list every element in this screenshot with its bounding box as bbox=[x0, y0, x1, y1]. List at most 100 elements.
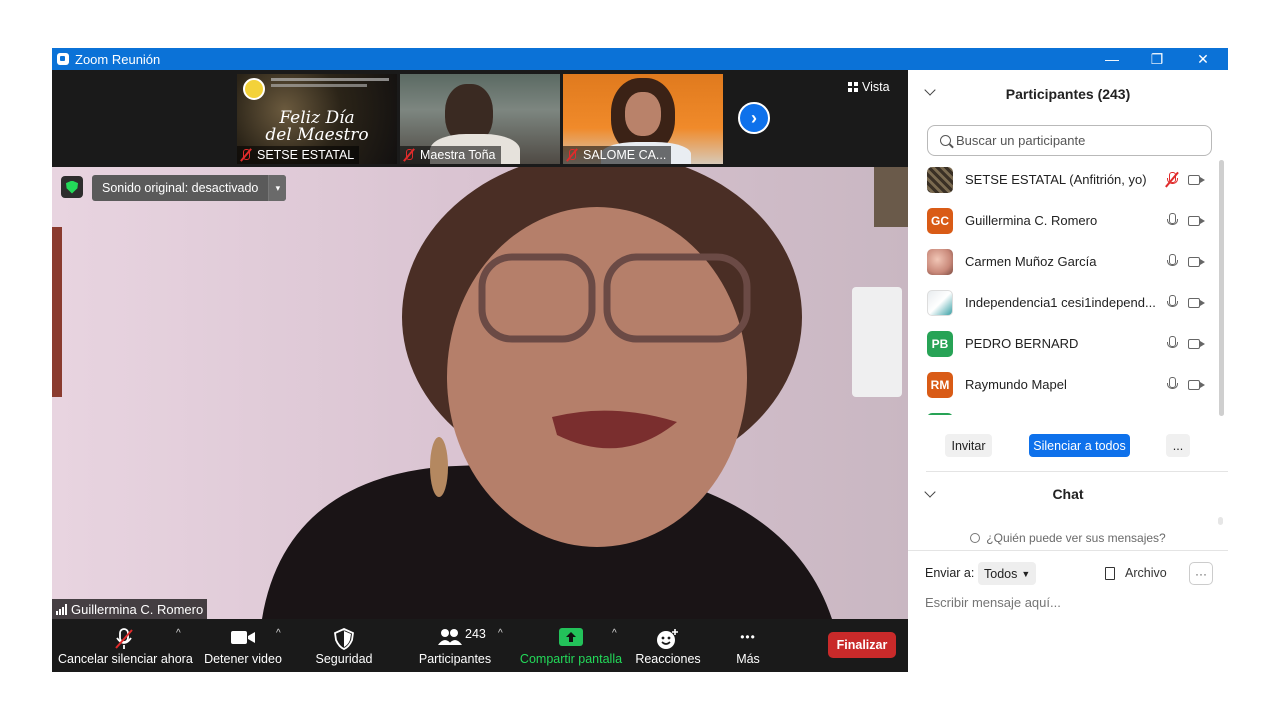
participant-search-input[interactable]: Buscar un participante bbox=[927, 125, 1212, 156]
thumb-maestra-tona[interactable]: Maestra Toña bbox=[400, 74, 560, 164]
mic-icon[interactable] bbox=[1166, 336, 1178, 352]
view-button[interactable]: Vista bbox=[848, 80, 890, 94]
next-page-button[interactable]: › bbox=[738, 102, 770, 134]
chat-scrollbar[interactable] bbox=[1218, 517, 1223, 525]
video-camera-icon bbox=[1188, 380, 1205, 390]
person-info-icon bbox=[970, 533, 981, 543]
participant-row[interactable] bbox=[908, 406, 1218, 415]
participant-row[interactable]: Independencia1 cesi1independ... bbox=[908, 283, 1218, 324]
invite-button[interactable]: Invitar bbox=[945, 434, 992, 457]
mic-icon[interactable] bbox=[1166, 295, 1178, 311]
video-camera-icon bbox=[1188, 298, 1205, 308]
wall-object bbox=[52, 227, 62, 397]
minimize-button[interactable]: — bbox=[1089, 48, 1135, 70]
speaker-video-frame bbox=[52, 167, 908, 619]
participants-header: Participantes (243) bbox=[908, 70, 1228, 116]
participant-name: Guillermina C. Romero bbox=[965, 213, 1098, 228]
file-button[interactable]: Archivo bbox=[1105, 566, 1167, 580]
stop-video-button[interactable]: ^ Detener video bbox=[198, 620, 288, 672]
reaction-smiley-icon bbox=[657, 629, 678, 649]
restore-button[interactable]: ❐ bbox=[1134, 48, 1180, 70]
mic-muted-icon bbox=[115, 628, 133, 649]
video-camera-icon bbox=[1188, 216, 1205, 226]
original-sound-toggle[interactable]: Sonido original: desactivado ▾ bbox=[92, 175, 287, 201]
mic-icon[interactable] bbox=[1166, 254, 1178, 270]
thumb-name-label: SALOME CA... bbox=[563, 146, 672, 164]
video-options-caret[interactable]: ^ bbox=[276, 628, 281, 639]
video-area: Feliz Día del Maestro SETSE ESTATAL Maes… bbox=[52, 70, 908, 620]
share-screen-button[interactable]: ^ Compartir pantalla bbox=[518, 620, 624, 672]
participant-name: SETSE ESTATAL (Anfitrión, yo) bbox=[965, 172, 1147, 187]
thumb-salome[interactable]: SALOME CA... bbox=[563, 74, 723, 164]
unmute-label: Cancelar silenciar ahora bbox=[58, 652, 193, 666]
thumb-setse[interactable]: Feliz Día del Maestro SETSE ESTATAL bbox=[237, 74, 397, 164]
speaker-name: Guillermina C. Romero bbox=[71, 601, 204, 617]
muted-mic-icon bbox=[239, 148, 253, 162]
participants-title: Participantes (243) bbox=[1005, 86, 1131, 102]
participants-label: Participantes bbox=[418, 652, 492, 666]
participants-button[interactable]: 243 ^ Participantes bbox=[408, 620, 518, 672]
encryption-shield-icon[interactable] bbox=[61, 176, 83, 198]
thumb-name-text: SETSE ESTATAL bbox=[257, 148, 355, 162]
share-options-caret[interactable]: ^ bbox=[612, 628, 617, 639]
unmute-options-caret[interactable]: ^ bbox=[176, 628, 181, 639]
panel-divider bbox=[926, 471, 1228, 472]
participant-name: Raymundo Mapel bbox=[965, 377, 1067, 392]
send-to-dropdown[interactable]: Todos ▼ bbox=[978, 562, 1037, 585]
chat-title: Chat bbox=[1052, 486, 1084, 502]
mic-muted-icon[interactable] bbox=[1165, 171, 1179, 188]
more-dots-icon: ••• bbox=[740, 630, 756, 644]
setse-logo bbox=[243, 78, 265, 100]
participant-list-scrollbar[interactable] bbox=[1219, 160, 1224, 416]
participant-name: Independencia1 cesi1independ... bbox=[965, 295, 1155, 310]
participants-more-button[interactable]: ... bbox=[1166, 434, 1190, 457]
gallery-strip: Feliz Día del Maestro SETSE ESTATAL Maes… bbox=[52, 70, 908, 167]
security-button[interactable]: Seguridad bbox=[308, 620, 380, 672]
mic-icon[interactable] bbox=[1166, 377, 1178, 393]
share-arrow-icon bbox=[559, 628, 583, 646]
end-meeting-button[interactable]: Finalizar bbox=[828, 632, 896, 658]
mic-icon[interactable] bbox=[1166, 213, 1178, 229]
thumb-name-label: Maestra Toña bbox=[400, 146, 501, 164]
share-label: Compartir pantalla bbox=[519, 652, 623, 666]
window-title: Zoom Reunión bbox=[75, 51, 161, 67]
participant-row[interactable]: RM Raymundo Mapel bbox=[908, 365, 1218, 406]
mute-all-button[interactable]: Silenciar a todos bbox=[1029, 434, 1130, 457]
thumb-name-text: Maestra Toña bbox=[420, 148, 496, 162]
avatar bbox=[927, 413, 953, 415]
participant-row[interactable]: Carmen Muñoz García bbox=[908, 242, 1218, 283]
banner-text: Feliz Día del Maestro bbox=[237, 110, 397, 144]
security-label: Seguridad bbox=[315, 652, 373, 666]
participants-options-caret[interactable]: ^ bbox=[498, 628, 503, 639]
more-button[interactable]: ••• Más bbox=[716, 620, 780, 672]
chevron-down-icon: ▼ bbox=[1021, 568, 1031, 579]
original-sound-dropdown[interactable]: ▾ bbox=[268, 175, 287, 201]
participant-face bbox=[625, 92, 661, 136]
video-camera-icon bbox=[231, 631, 255, 644]
reactions-button[interactable]: Reacciones bbox=[630, 620, 706, 672]
grid-icon bbox=[848, 82, 858, 92]
chat-message-input[interactable] bbox=[925, 595, 1215, 610]
chat-more-button[interactable]: ··· bbox=[1189, 562, 1213, 585]
participant-row[interactable]: SETSE ESTATAL (Anfitrión, yo) bbox=[908, 160, 1218, 201]
more-label: Más bbox=[736, 652, 760, 666]
unmute-button[interactable]: ^ Cancelar silenciar ahora bbox=[58, 620, 193, 672]
avatar: RM bbox=[927, 372, 953, 398]
participants-icon bbox=[437, 629, 462, 645]
participant-name: Carmen Muñoz García bbox=[965, 254, 1097, 269]
participant-row[interactable]: PB PEDRO BERNARD bbox=[908, 324, 1218, 365]
send-to-label: Enviar a: bbox=[925, 566, 975, 580]
original-sound-label: Sonido original: desactivado bbox=[102, 181, 259, 195]
participants-count: 243 bbox=[465, 627, 486, 641]
active-speaker-video: Sonido original: desactivado ▾ Guillermi… bbox=[52, 167, 908, 619]
search-placeholder: Buscar un participante bbox=[956, 133, 1086, 148]
who-can-see-link[interactable]: ¿Quién puede ver sus mensajes? bbox=[908, 531, 1228, 551]
speaker-name-tag: Guillermina C. Romero bbox=[52, 599, 208, 619]
who-can-see-label: ¿Quién puede ver sus mensajes? bbox=[986, 531, 1166, 545]
scrollbar-thumb[interactable] bbox=[1219, 160, 1224, 416]
close-button[interactable]: ✕ bbox=[1180, 48, 1226, 70]
participant-row[interactable]: GC Guillermina C. Romero bbox=[908, 201, 1218, 242]
avatar bbox=[927, 167, 953, 193]
muted-mic-icon bbox=[565, 148, 579, 162]
avatar: PB bbox=[927, 331, 953, 357]
